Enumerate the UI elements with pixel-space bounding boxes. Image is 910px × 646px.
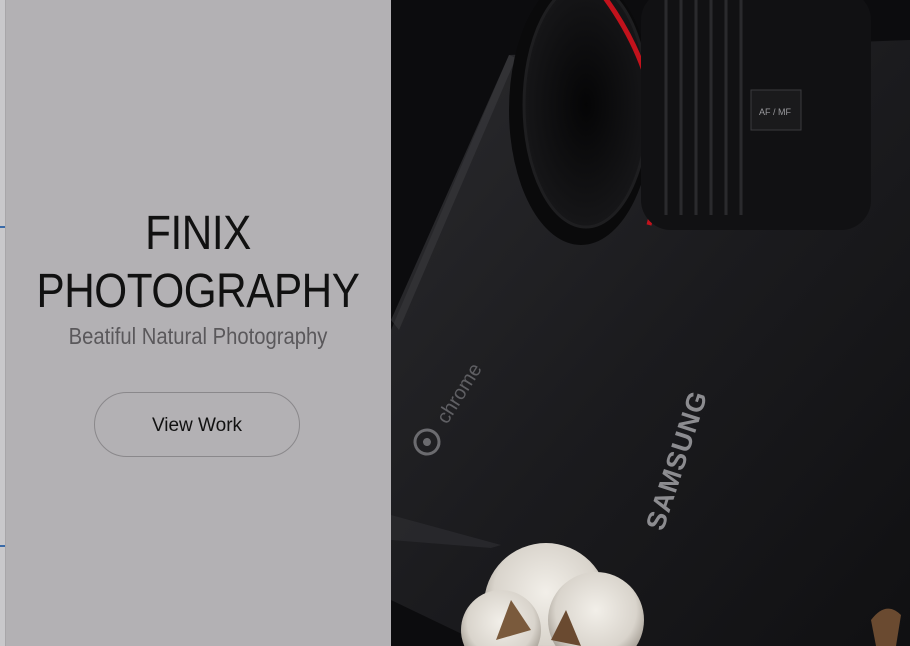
brand-title-line-2: PHOTOGRAPHY xyxy=(36,265,360,318)
view-work-button[interactable]: View Work xyxy=(94,392,300,457)
hero-text-block: FINIX PHOTOGRAPHY Beatiful Natural Photo… xyxy=(5,205,391,349)
hero-photo: chrome SAMSUNG AF / MF xyxy=(391,0,910,646)
lens-af-mf-switch: AF / MF xyxy=(759,107,791,117)
camera-laptop-photo: chrome SAMSUNG AF / MF xyxy=(391,0,910,646)
brand-title-line-1: FINIX xyxy=(145,207,251,260)
hero-panel: FINIX PHOTOGRAPHY Beatiful Natural Photo… xyxy=(0,0,391,646)
landing-page: FINIX PHOTOGRAPHY Beatiful Natural Photo… xyxy=(0,0,910,646)
edge-tick xyxy=(0,545,5,547)
hero-subtitle: Beatiful Natural Photography xyxy=(68,323,328,349)
camera-lens: AF / MF xyxy=(509,0,871,245)
